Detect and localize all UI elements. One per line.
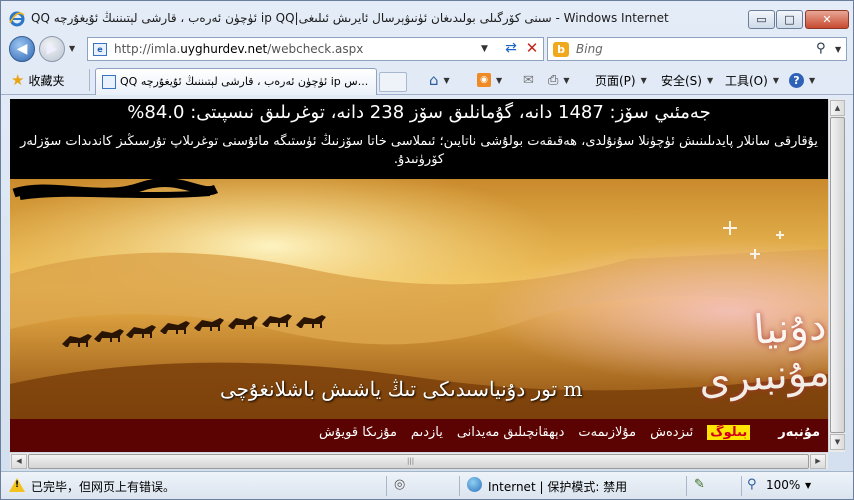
security-zone-text[interactable]: Internet | 保护模式: 禁用 (488, 478, 627, 495)
banner-calligraphy-title: دۇنيا مۇنبىرى (697, 302, 828, 404)
mail-icon: ✉ (523, 72, 534, 88)
page-icon (102, 75, 116, 89)
page-menu-label: 页面(P) (595, 73, 636, 88)
vertical-scroll-thumb[interactable] (830, 117, 845, 433)
banner-calligraphy-slogan: m تور دۇنياسىدىكى تىڭ ياشىش باشلانغۇچى (220, 377, 583, 401)
scroll-grip-icon: ||| (407, 457, 415, 465)
address-dropdown-icon[interactable]: ▼ (481, 44, 488, 54)
refresh-icon[interactable]: ⇄ (502, 40, 520, 58)
divider (686, 476, 687, 496)
scroll-right-icon[interactable]: ▶ (810, 454, 826, 469)
tools-menu-label: 工具(O) (725, 73, 768, 88)
minimize-button[interactable]: ▭ (748, 10, 775, 29)
print-button[interactable]: ⎙ ▼ (548, 71, 570, 89)
chevron-down-icon[interactable]: ▼ (809, 76, 815, 85)
redacted-scribble (12, 179, 219, 200)
divider (89, 69, 90, 91)
scroll-left-icon[interactable]: ◀ (11, 454, 27, 469)
divider (459, 476, 460, 496)
site-menu: مۇنبەر بىلوگ ئىزدەش مۇلازىمەت دېھقانچىلى… (319, 425, 820, 440)
chevron-down-icon[interactable]: ▼ (805, 481, 811, 490)
search-box[interactable]: b Bing ⚲ ▼ (547, 37, 847, 61)
address-url[interactable]: http://imla.uyghurdev.net/webcheck.aspx (114, 42, 363, 56)
menu-item-forum[interactable]: مۇنبەر (778, 425, 820, 440)
tab-current[interactable]: QQ ئۈچۈن ئەرەب ، قارشى لېتىننىڭ ئۇيغۇرچە… (95, 68, 377, 95)
browser-window: QQ ئۈچۈن ئەرەب ، قارشى لېتىننىڭ ئۇيغۇرچە… (0, 0, 854, 500)
page-icon: e (93, 43, 107, 56)
chevron-down-icon[interactable]: ▼ (563, 76, 569, 85)
star-icon: ★ (11, 70, 25, 89)
favorites-label: 收藏夹 (28, 73, 65, 88)
menu-item-farm[interactable]: دېھقانچىلىق مەيدانى (457, 425, 565, 440)
horizontal-scrollbar[interactable]: ◀ ||| ▶ (10, 452, 828, 469)
close-icon: ✕ (822, 13, 832, 26)
search-placeholder[interactable]: Bing (576, 42, 603, 56)
zoom-level[interactable]: 100% (766, 478, 800, 492)
divider (741, 476, 742, 496)
spellcheck-summary: جەمئىي سۆز: 1487 دانە، گۇمانلىق سۆز 238 … (10, 99, 828, 179)
protected-mode-icon[interactable]: ✎ (694, 477, 705, 492)
home-icon: ⌂ (429, 71, 439, 89)
recent-pages-dropdown[interactable]: ▼ (69, 44, 75, 53)
tools-menu[interactable]: 工具(O) ▼ (725, 71, 779, 89)
forward-button[interactable]: ▶ (39, 36, 65, 62)
close-button[interactable]: ✕ (805, 10, 849, 29)
menu-item-help[interactable]: يازدىم (411, 425, 443, 440)
tab-command-row: ★ 收藏夹 QQ ئۈچۈن ئەرەب ، قارشى لېتىننىڭ ئۇ… (1, 65, 853, 95)
zoom-icon[interactable]: ⚲ (747, 477, 757, 492)
chevron-down-icon: ▼ (772, 75, 779, 85)
address-bar[interactable]: e http://imla.uyghurdev.net/webcheck.asp… (87, 37, 544, 61)
scroll-up-icon[interactable]: ▲ (830, 100, 845, 116)
stop-icon[interactable]: ✕ (523, 39, 541, 57)
chevron-down-icon[interactable]: ▼ (496, 76, 502, 85)
search-dropdown-icon[interactable]: ▼ (835, 45, 841, 54)
page-viewport: جەمئىي سۆز: 1487 دانە، گۇمانلىق سۆز 238 … (10, 99, 828, 452)
printer-icon: ⎙ (548, 72, 559, 88)
feeds-button[interactable]: ◉ ▼ (477, 71, 502, 89)
tab-label: QQ ئۈچۈن ئەرەب ، قارشى لېتىننىڭ ئۇيغۇرچە… (120, 75, 369, 88)
back-arrow-icon: ◀ (16, 41, 28, 57)
safety-menu[interactable]: 安全(S) ▼ (661, 71, 713, 89)
divider (386, 476, 387, 496)
status-bar: ! 已完毕，但网页上有错误。 ◎ Internet | 保护模式: 禁用 ✎ ⚲… (1, 471, 853, 499)
chevron-down-icon[interactable]: ▼ (444, 76, 450, 85)
site-menu-bar: مۇنبەر بىلوگ ئىزدەش مۇلازىمەت دېھقانچىلى… (10, 419, 828, 452)
bing-icon: b (553, 42, 569, 57)
privacy-eye-icon[interactable]: ◎ (394, 477, 405, 492)
forward-arrow-icon: ▶ (46, 41, 58, 57)
mail-button[interactable]: ✉ (523, 71, 534, 89)
rss-icon: ◉ (477, 73, 491, 87)
maximize-icon: □ (784, 13, 795, 26)
chevron-down-icon: ▼ (706, 75, 714, 85)
minimize-icon: ▭ (756, 13, 767, 26)
new-tab-button[interactable] (379, 72, 407, 92)
help-button[interactable]: ? ▼ (789, 71, 815, 89)
maximize-button[interactable]: □ (776, 10, 803, 29)
menu-item-service[interactable]: مۇلازىمەت (578, 425, 636, 440)
ie-logo-icon (9, 11, 25, 27)
notice-line: يۇقارقى سانلار پايدىلىنىش ئۈچۈنلا سۇنۇلد… (20, 134, 818, 167)
menu-item-search[interactable]: ئىزدەش (650, 425, 693, 440)
scroll-down-icon[interactable]: ▼ (830, 434, 845, 450)
help-icon: ? (789, 72, 804, 88)
vertical-scrollbar[interactable]: ▲ ▼ (828, 99, 845, 452)
desert-banner: دۇنيا مۇنبىرى m تور دۇنياسىدىكى تىڭ ياشى… (10, 179, 828, 419)
menu-item-blog[interactable]: بىلوگ (707, 425, 751, 440)
page-menu[interactable]: 页面(P) ▼ (595, 71, 647, 89)
title-bar: QQ ئۈچۈن ئەرەب ، قارشى لېتىننىڭ ئۇيغۇرچە… (1, 1, 853, 35)
status-text: 已完毕，但网页上有错误。 (31, 480, 176, 494)
stats-line: جەمئىي سۆز: 1487 دانە، گۇمانلىق سۆز 238 … (127, 102, 711, 123)
search-magnifier-icon[interactable]: ⚲ (816, 41, 826, 56)
horizontal-scroll-thumb[interactable] (28, 454, 809, 469)
back-button[interactable]: ◀ (9, 36, 35, 62)
menu-item-music[interactable]: مۇزىكا قويۇش (319, 425, 397, 440)
home-button[interactable]: ⌂ ▼ (429, 71, 450, 89)
navigation-row: ◀ ▶ ▼ e http://imla.uyghurdev.net/webche… (1, 35, 853, 63)
favorites-button[interactable]: ★ 收藏夹 (11, 70, 64, 90)
internet-zone-icon (467, 477, 482, 492)
safety-menu-label: 安全(S) (661, 73, 702, 88)
warning-mark: ! (15, 480, 20, 490)
window-title: QQ ئۈچۈن ئەرەب ، قارشى لېتىننىڭ ئۇيغۇرچە… (31, 11, 671, 25)
chevron-down-icon: ▼ (640, 75, 647, 85)
